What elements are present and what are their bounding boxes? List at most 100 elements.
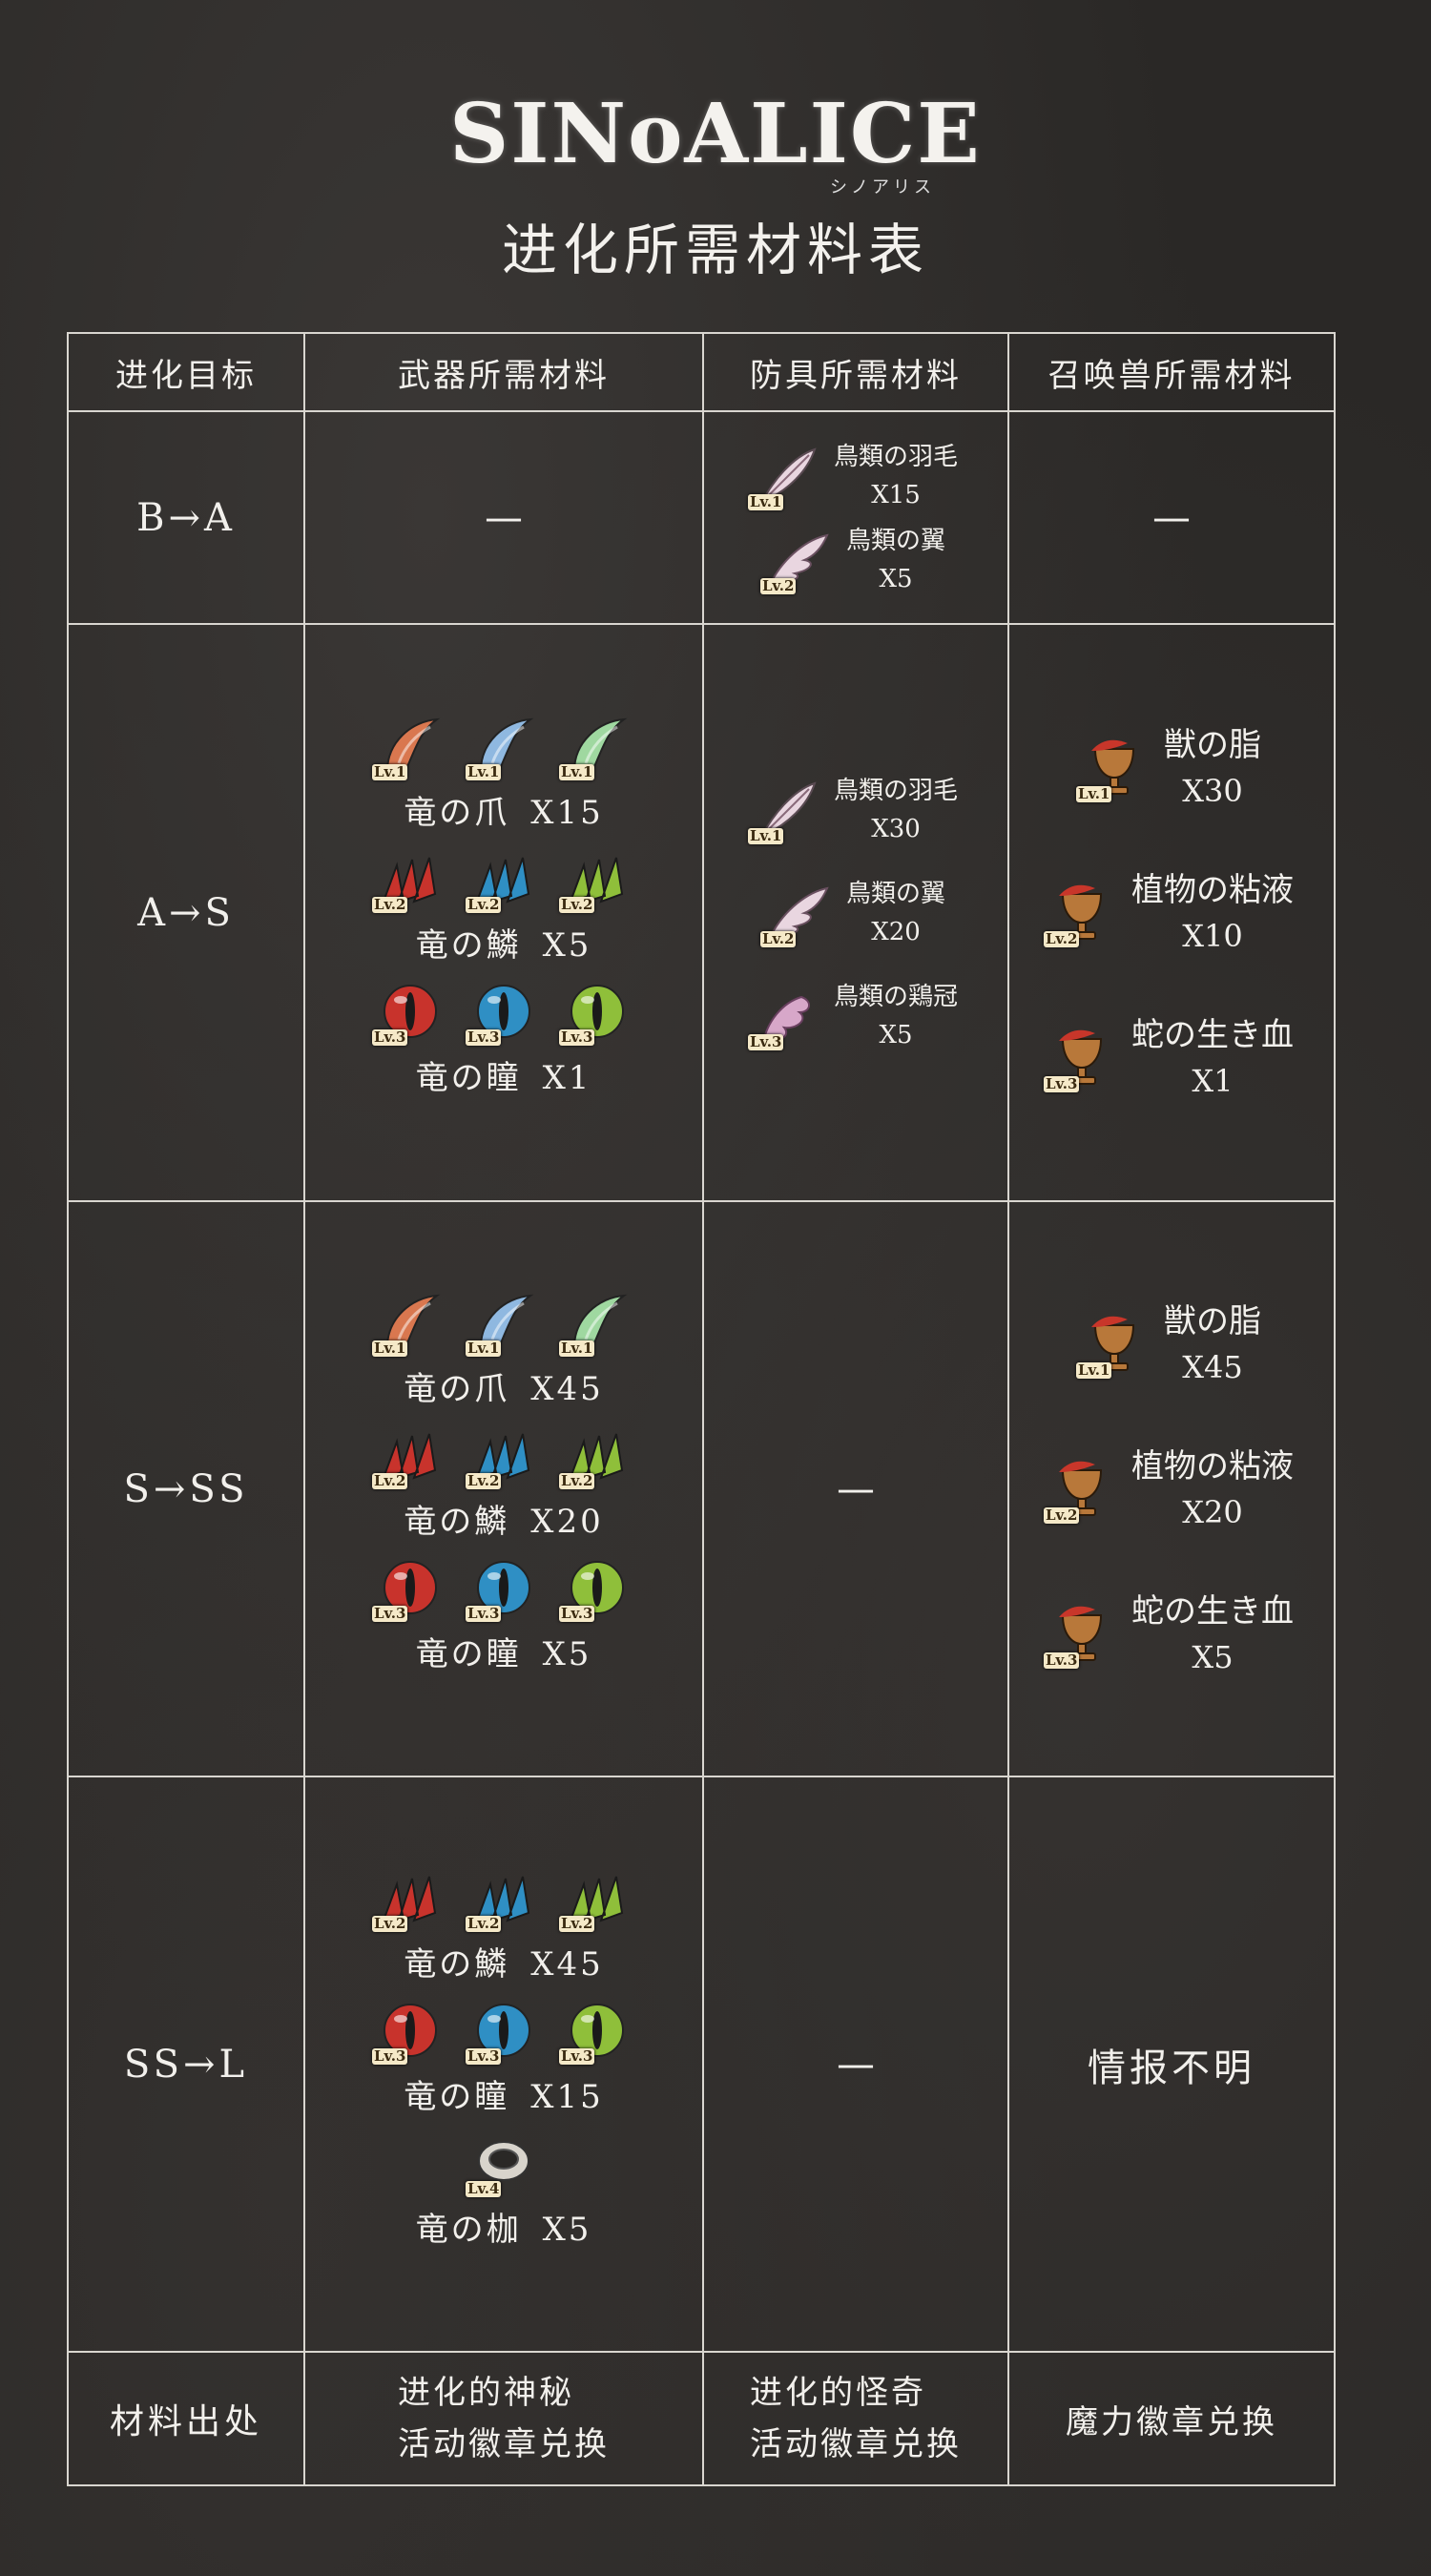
material-name: 竜の鱗 [404, 1945, 510, 1984]
level-badge: Lv.1 [466, 1340, 502, 1357]
eye-orb-icon: Lv.3 [372, 979, 443, 1046]
chalice-icon: Lv.3 [1044, 1602, 1114, 1669]
claw-icon: Lv.1 [466, 1290, 536, 1357]
summon-material: Lv.2 植物の粘液 X20 [1044, 1444, 1294, 1535]
level-badge: Lv.1 [372, 1340, 408, 1357]
material-qty: X30 [871, 814, 921, 843]
wing-icon: Lv.2 [759, 528, 831, 594]
material-name: 植物の粘液 [1131, 1446, 1294, 1485]
level-badge: Lv.1 [466, 763, 502, 780]
header-row: 进化目标 武器所需材料 防具所需材料 召唤兽所需材料 [67, 332, 1336, 412]
eye-orb-icon: Lv.3 [559, 1998, 630, 2065]
material-icon-row: Lv.3 Lv.3 Lv.3 [372, 1555, 630, 1622]
armor-source-line2: 活动徽章兑换 [750, 2425, 962, 2463]
level-badge: Lv.3 [466, 1028, 502, 1046]
material-icon-row: Lv.1 Lv.1 Lv.1 [372, 714, 630, 780]
weapon-source-line2: 活动徽章兑换 [398, 2425, 610, 2463]
scale-icon: Lv.2 [372, 1423, 443, 1489]
evo-label: A→S [67, 623, 305, 1202]
material-icon-row: Lv.3 Lv.3 Lv.3 [372, 979, 630, 1046]
level-badge: Lv.2 [559, 1472, 595, 1489]
material-name: 鳥類の鶏冠 [833, 982, 958, 1011]
level-badge: Lv.3 [1044, 1651, 1080, 1669]
eye-orb-icon: Lv.3 [466, 1555, 536, 1622]
material-name: 鳥類の羽毛 [833, 776, 958, 805]
level-badge: Lv.1 [559, 1340, 595, 1357]
summon-source: 魔力徽章兑换 [1007, 2351, 1336, 2486]
claw-icon: Lv.1 [559, 1290, 630, 1357]
chalice-icon: Lv.2 [1044, 1457, 1114, 1524]
claw-icon: Lv.1 [372, 714, 443, 780]
level-badge: Lv.4 [466, 2180, 502, 2197]
material-name: 竜の瞳 [404, 2078, 510, 2116]
level-badge: Lv.3 [466, 1605, 502, 1622]
scale-icon: Lv.2 [559, 1865, 630, 1932]
scale-icon: Lv.2 [372, 846, 443, 913]
material-qty: X5 [1192, 1638, 1234, 1675]
material-label: 竜の瞳 X1 [416, 1051, 592, 1098]
level-badge: Lv.3 [559, 1028, 595, 1046]
header-summon: 召唤兽所需材料 [1007, 332, 1336, 412]
material-label: 竜の鱗 X45 [404, 1938, 603, 1984]
logo-subtitle: シノアリス [830, 177, 935, 197]
summon-cell: Lv.1 獣の脂 X30 Lv.2 植物の粘液 X10 Lv.3 蛇の生き血 X1 [1007, 623, 1336, 1202]
armor-source: 进化的怪奇 活动徽章兑换 [702, 2351, 1009, 2486]
material-qty: X1 [542, 1059, 592, 1097]
armor-material: Lv.2 鳥類の翼 X5 [759, 522, 945, 598]
scale-icon: Lv.2 [559, 846, 630, 913]
material-qty: X45 [1182, 1348, 1243, 1385]
page-title: 进化所需材料表 [501, 218, 929, 282]
level-badge: Lv.3 [1044, 1074, 1080, 1092]
summon-unknown: 情报不明 [1007, 1776, 1336, 2353]
material-name: 獣の脂 [1164, 725, 1261, 764]
level-badge: Lv.2 [759, 576, 797, 594]
material-label: 竜の鱗 X5 [416, 919, 592, 966]
material-qty: X20 [1182, 1493, 1243, 1530]
header-target: 进化目标 [67, 332, 305, 412]
evo-label: S→SS [67, 1200, 305, 1777]
claw-icon: Lv.1 [466, 714, 536, 780]
material-qty: X45 [530, 1945, 604, 1984]
level-badge: Lv.3 [559, 2047, 595, 2065]
material-label: 竜の枷 X5 [416, 2203, 592, 2250]
summon-material: Lv.2 植物の粘液 X10 [1044, 867, 1294, 959]
weapon-empty: — [303, 410, 704, 625]
summon-cell: Lv.1 獣の脂 X45 Lv.2 植物の粘液 X20 Lv.3 蛇の生き血 X5 [1007, 1200, 1336, 1777]
source-label: 材料出处 [67, 2351, 305, 2486]
material-qty: X5 [542, 926, 592, 965]
scale-icon: Lv.2 [559, 1423, 630, 1489]
level-badge: Lv.2 [1044, 929, 1080, 947]
eye-orb-icon: Lv.3 [466, 1998, 536, 2065]
row-s-ss: S→SS Lv.1 Lv.1 Lv.1 竜の爪 X45 Lv.2 Lv.2 Lv.2 竜の鱗… [67, 1200, 1336, 1777]
level-badge: Lv.1 [747, 826, 784, 844]
feather-icon: Lv.1 [747, 444, 819, 510]
scale-icon: Lv.2 [466, 846, 536, 913]
material-label: 竜の鱗 X20 [404, 1495, 603, 1542]
material-qty: X15 [530, 2078, 604, 2116]
level-badge: Lv.3 [372, 1028, 408, 1046]
level-badge: Lv.1 [747, 492, 784, 510]
level-badge: Lv.2 [466, 1915, 502, 1932]
summon-material: Lv.3 蛇の生き血 X5 [1044, 1589, 1294, 1680]
material-label: 竜の瞳 X5 [416, 1628, 592, 1674]
material-qty: X15 [530, 794, 604, 832]
eye-orb-icon: Lv.3 [466, 979, 536, 1046]
level-badge: Lv.1 [559, 763, 595, 780]
wing-icon: Lv.2 [759, 881, 831, 947]
material-qty: X5 [542, 2211, 592, 2249]
material-name: 竜の瞳 [415, 1059, 522, 1097]
material-label: 竜の瞳 X15 [404, 2070, 603, 2117]
header-weapon: 武器所需材料 [303, 332, 704, 412]
level-badge: Lv.2 [559, 1915, 595, 1932]
material-qty: X20 [871, 917, 921, 946]
weapon-cell: Lv.1 Lv.1 Lv.1 竜の爪 X45 Lv.2 Lv.2 Lv.2 竜の鱗 X20 L… [303, 1200, 704, 1777]
material-label: 竜の爪 X15 [404, 786, 603, 833]
material-qty: X10 [1182, 917, 1243, 954]
material-name: 竜の鱗 [415, 926, 522, 965]
material-icon-row: Lv.3 Lv.3 Lv.3 [372, 1998, 630, 2065]
shackle-icon: Lv.4 [466, 2130, 536, 2197]
weapon-source-line1: 进化的神秘 [398, 2374, 574, 2412]
row-a-s: A→S Lv.1 Lv.1 Lv.1 竜の爪 X15 Lv.2 Lv.2 Lv.2 竜の鱗 X… [67, 623, 1336, 1202]
material-icon-row: Lv.1 Lv.1 Lv.1 [372, 1290, 630, 1357]
armor-empty: — [702, 1776, 1009, 2353]
